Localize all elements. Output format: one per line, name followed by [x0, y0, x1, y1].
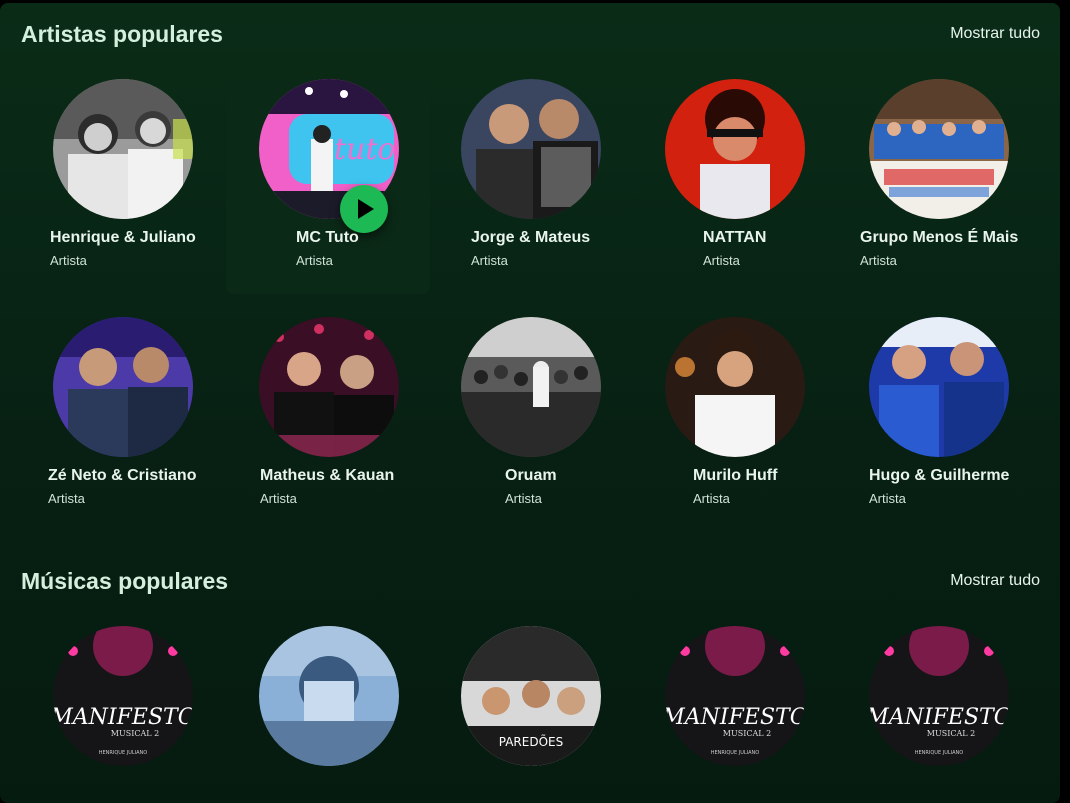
artist-name: Grupo Menos É Mais	[860, 229, 1019, 246]
show-all-link[interactable]: Mostrar tudo	[950, 25, 1040, 43]
artist-image	[665, 79, 805, 219]
artist-subtitle: Artista	[296, 253, 333, 268]
artist-image	[869, 317, 1009, 457]
svg-text:tuto: tuto	[334, 132, 396, 167]
artists-section-header: Artistas populares Mostrar tudo	[21, 21, 1040, 53]
cover-subtitle: MUSICAL 2	[723, 729, 771, 738]
song-cover: PAREDÕES	[461, 626, 601, 766]
artist-subtitle: Artista	[869, 491, 906, 506]
artist-card[interactable]: tuto MC Tuto Artista	[226, 79, 430, 294]
main-panel: Artistas populares Mostrar tudo Henrique…	[0, 3, 1060, 803]
song-card[interactable]: MANIFESTO MUSICAL 2 HENRIQUE JULIANO	[855, 626, 1059, 803]
cover-title: MANIFESTO	[665, 705, 805, 730]
artist-subtitle: Artista	[48, 491, 85, 506]
artist-image	[869, 79, 1009, 219]
cover-subtitle: MUSICAL 2	[927, 729, 975, 738]
artist-image	[665, 317, 805, 457]
song-card[interactable]: MANIFESTO MUSICAL 2 HENRIQUE JULIANO	[652, 626, 856, 803]
cover-credit: HENRIQUE JULIANO	[99, 750, 148, 756]
artist-name: Oruam	[505, 467, 557, 484]
artist-image	[259, 317, 399, 457]
artist-card[interactable]: Jorge & Mateus Artista	[448, 79, 652, 294]
artist-name: Jorge & Mateus	[471, 229, 591, 246]
song-cover: MANIFESTO MUSICAL 2 HENRIQUE JULIANO	[665, 626, 805, 766]
cover-credit: HENRIQUE JULIANO	[915, 750, 964, 756]
artist-card[interactable]: Matheus & Kauan Artista	[226, 317, 430, 532]
show-all-link[interactable]: Mostrar tudo	[950, 572, 1040, 590]
song-card[interactable]: MANIFESTO MUSICAL 2 HENRIQUE JULIANO	[27, 626, 231, 803]
artist-name: NATTAN	[703, 229, 767, 246]
play-icon[interactable]	[340, 185, 388, 233]
song-card[interactable]: PAREDÕES	[448, 626, 652, 803]
artist-subtitle: Artista	[693, 491, 730, 506]
artist-card[interactable]: Henrique & Juliano Artista	[27, 79, 231, 294]
artist-card[interactable]: Grupo Menos É Mais Artista	[855, 79, 1059, 294]
cover-title: MANIFESTO	[869, 705, 1009, 730]
artist-card[interactable]: Zé Neto & Cristiano Artista	[27, 317, 231, 532]
song-cover: MANIFESTO MUSICAL 2 HENRIQUE JULIANO	[53, 626, 193, 766]
song-cover	[259, 626, 399, 766]
artist-subtitle: Artista	[505, 491, 542, 506]
artist-image	[461, 79, 601, 219]
artist-subtitle: Artista	[260, 491, 297, 506]
artist-subtitle: Artista	[471, 253, 508, 268]
artist-image	[461, 317, 601, 457]
section-title[interactable]: Artistas populares	[21, 21, 223, 48]
artist-card[interactable]: Murilo Huff Artista	[652, 317, 856, 532]
artist-card[interactable]: NATTAN Artista	[652, 79, 856, 294]
artist-image	[53, 317, 193, 457]
artist-name: Zé Neto & Cristiano	[48, 467, 197, 484]
artist-image	[53, 79, 193, 219]
song-card[interactable]	[226, 626, 430, 803]
cover-subtitle: MUSICAL 2	[111, 729, 159, 738]
artist-name: Murilo Huff	[693, 467, 778, 484]
artist-subtitle: Artista	[860, 253, 897, 268]
artist-name: MC Tuto	[296, 229, 359, 246]
artist-name: Matheus & Kauan	[260, 467, 395, 484]
song-cover: MANIFESTO MUSICAL 2 HENRIQUE JULIANO	[869, 626, 1009, 766]
cover-title: MANIFESTO	[53, 705, 193, 730]
songs-section-header: Músicas populares Mostrar tudo	[21, 568, 1040, 600]
artist-name: Hugo & Guilherme	[869, 467, 1010, 484]
artist-card[interactable]: Hugo & Guilherme Artista	[855, 317, 1059, 532]
artist-card[interactable]: Oruam Artista	[448, 317, 652, 532]
artist-subtitle: Artista	[703, 253, 740, 268]
cover-credit: HENRIQUE JULIANO	[711, 750, 760, 756]
cover-title: PAREDÕES	[499, 734, 563, 749]
artist-subtitle: Artista	[50, 253, 87, 268]
artist-name: Henrique & Juliano	[50, 229, 196, 246]
section-title[interactable]: Músicas populares	[21, 568, 228, 595]
